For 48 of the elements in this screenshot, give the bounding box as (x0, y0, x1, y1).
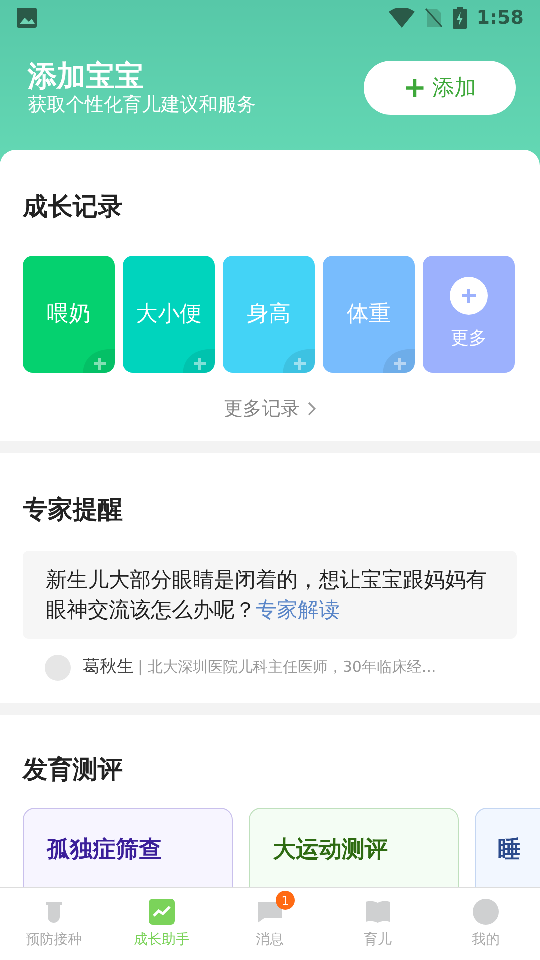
record-tile[interactable]: 大小便 (123, 256, 215, 372)
add-button[interactable]: + 添加 (364, 61, 516, 115)
section-title: 专家提醒 (23, 494, 124, 526)
tile-label: 更多 (451, 326, 487, 350)
record-tile[interactable]: 喂奶 (23, 256, 115, 372)
assessment-title: 孤独症筛查 (47, 837, 162, 863)
status-time: 1:58 (476, 6, 524, 31)
corner-plus-icon (283, 348, 315, 372)
battery-icon (452, 7, 467, 29)
nav-tab[interactable]: 育儿 (324, 888, 432, 960)
corner-plus-icon (183, 348, 215, 372)
expert-link[interactable]: 专家解读 (256, 598, 340, 622)
assessment-tile[interactable]: 大运动测评 (249, 808, 459, 887)
corner-plus-icon (383, 348, 415, 372)
avatar-placeholder (45, 654, 71, 680)
section-title: 成长记录 (23, 191, 124, 223)
assessment-title: 睡 (498, 837, 521, 863)
record-tile[interactable]: 体重 (323, 256, 415, 372)
tile-label: 喂奶 (47, 300, 91, 328)
section-title: 发育测评 (23, 754, 124, 786)
question-text: 新生儿大部分眼睛是闭着的，想让宝宝跟妈妈有眼神交流该怎么办呢？专家解读 (46, 566, 488, 624)
assessment-tile[interactable]: 睡 (475, 808, 540, 887)
wifi-icon (388, 8, 415, 28)
chart-icon (148, 898, 176, 926)
notification-badge: 1 (276, 891, 295, 910)
tile-label: 体重 (347, 300, 391, 328)
question-box[interactable]: 新生儿大部分眼睛是闭着的，想让宝宝跟妈妈有眼神交流该怎么办呢？专家解读 (23, 550, 517, 638)
header-subtitle: 获取个性化育儿建议和服务 (28, 94, 256, 118)
tile-label: 大小便 (136, 300, 202, 328)
nav-tab[interactable]: 消息 1 (216, 888, 324, 960)
more-records-link[interactable]: 更多记录 (224, 394, 316, 423)
more-tile[interactable]: 更多 (423, 256, 515, 372)
doctor-name: 葛秋生 (83, 656, 134, 679)
tile-label: 身高 (247, 300, 291, 328)
doctor-info: | 北大深圳医院儿科主任医师，30年临床经... (138, 657, 436, 678)
plus-circle-icon (450, 276, 488, 314)
assessment-tile[interactable]: 孤独症筛查 (23, 808, 233, 887)
nav-tab[interactable]: 预防接种 (0, 888, 108, 960)
image-icon (16, 7, 38, 29)
no-sim-icon (424, 8, 443, 28)
header-title: 添加宝宝 (28, 58, 145, 94)
record-tile[interactable]: 身高 (223, 256, 315, 372)
corner-plus-icon (83, 348, 115, 372)
chevron-right-icon (308, 402, 316, 416)
book-icon (364, 898, 392, 926)
assessment-title: 大运动测评 (273, 837, 388, 863)
nav-tab[interactable]: 成长助手 (108, 888, 216, 960)
nav-tab[interactable]: 我的 (432, 888, 540, 960)
